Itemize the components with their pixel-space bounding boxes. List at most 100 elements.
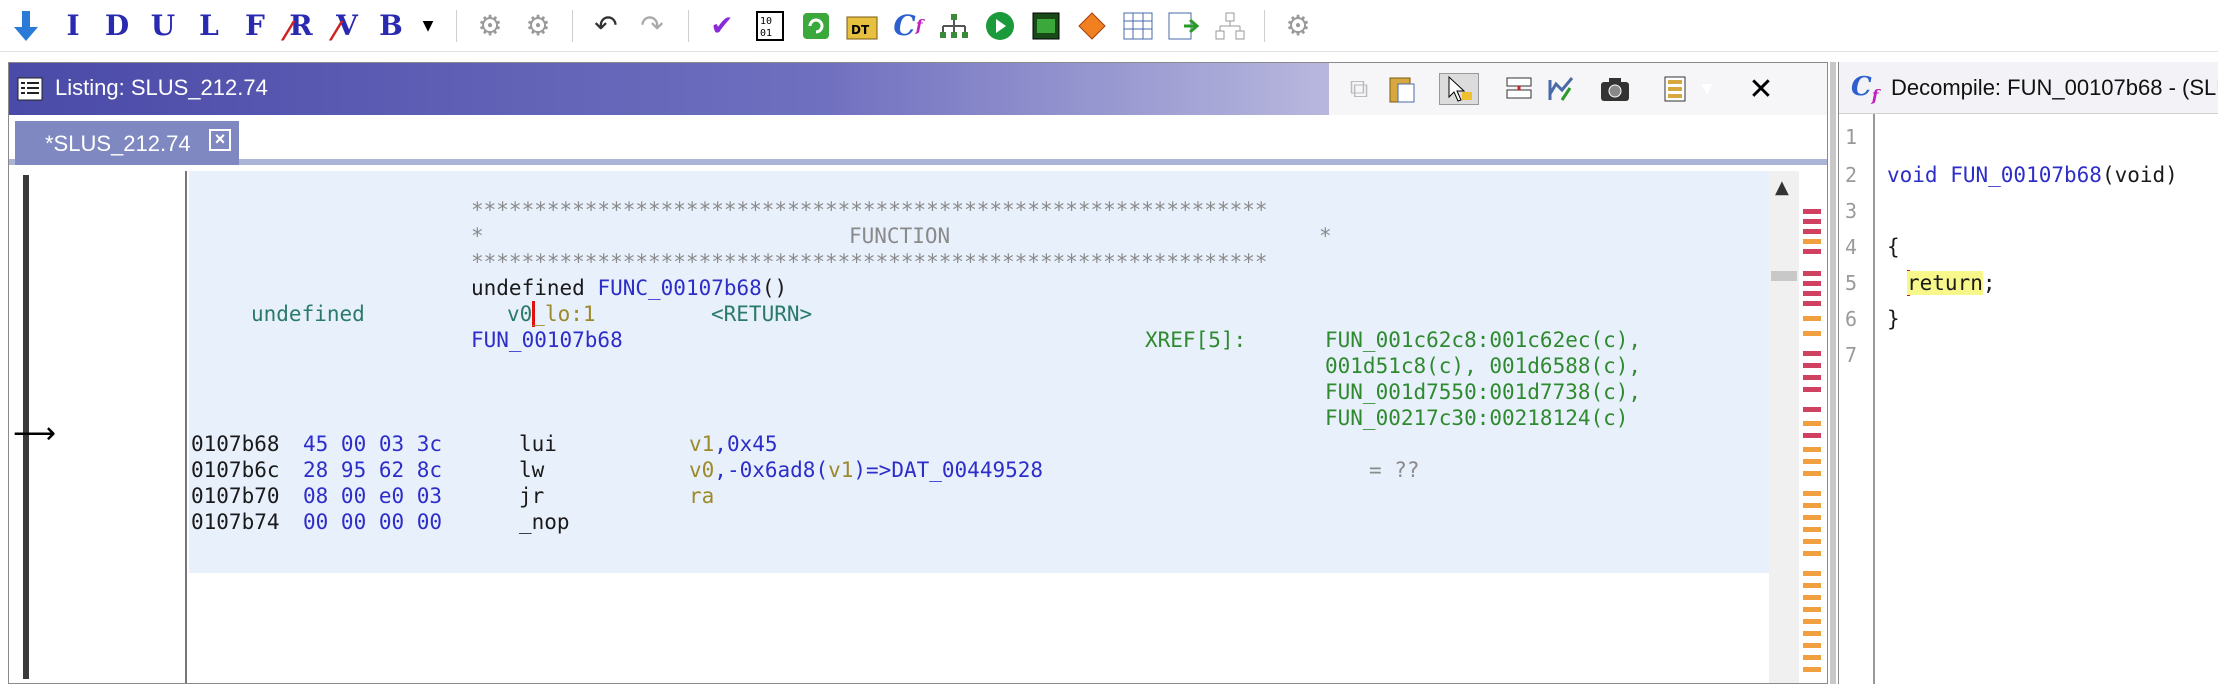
bytes-icon[interactable]: 10 01 bbox=[752, 8, 788, 44]
refresh-icon[interactable] bbox=[798, 8, 834, 44]
non-flow-icon[interactable]: V ⁄ bbox=[330, 8, 364, 47]
line-number: 5 bbox=[1845, 271, 1858, 295]
sig-name[interactable]: FUN_00107b68 bbox=[1950, 163, 2102, 187]
overview-mark bbox=[1803, 351, 1821, 356]
plate-left-star: * bbox=[471, 224, 484, 248]
close-icon[interactable]: ✕ bbox=[1743, 72, 1779, 107]
tab-slus-212-74[interactable]: *SLUS_212.74 × bbox=[15, 121, 239, 165]
tree-icon[interactable] bbox=[1212, 8, 1248, 44]
diamond-icon[interactable] bbox=[1074, 8, 1110, 44]
instruction-mnemonic[interactable]: lui bbox=[519, 431, 557, 457]
table-icon[interactable] bbox=[1120, 8, 1156, 44]
memory-icon[interactable] bbox=[1028, 8, 1064, 44]
navigate-down-icon[interactable] bbox=[10, 8, 42, 44]
overview-mark bbox=[1803, 655, 1821, 660]
operand: )=>DAT_00449528 bbox=[853, 458, 1044, 482]
decompile-code[interactable]: void FUN_00107b68(void) { return; } bbox=[1879, 114, 2218, 684]
instruction-address[interactable]: 0107b6c bbox=[191, 457, 280, 483]
decompile-title: Decompile: FUN_00107b68 - (SLU bbox=[1891, 75, 2218, 100]
slash-mark: ⁄ bbox=[286, 17, 291, 47]
decompile-icon: Cf bbox=[1851, 72, 1879, 106]
check-icon[interactable]: ✔ bbox=[704, 8, 740, 44]
overview-mark bbox=[1803, 631, 1821, 636]
instruction-address[interactable]: 0107b70 bbox=[191, 483, 280, 509]
instruction-comment: = ?? bbox=[1369, 458, 1420, 482]
instruction-address[interactable]: 0107b68 bbox=[191, 431, 280, 457]
instruction-operands[interactable]: v0,-0x6ad8(v1)=>DAT_00449528 bbox=[689, 457, 1043, 483]
diff-icon[interactable] bbox=[1543, 73, 1579, 105]
cursor-select-icon[interactable] bbox=[1439, 73, 1479, 105]
instruction-operands[interactable]: ra bbox=[689, 483, 714, 509]
paste-icon[interactable] bbox=[1383, 73, 1419, 105]
decompile-panel: Cf Decompile: FUN_00107b68 - (SLU 1 2 3 … bbox=[1838, 62, 2218, 684]
undo-icon[interactable]: ↶ bbox=[588, 8, 624, 44]
instruction-mnemonic[interactable]: lw bbox=[519, 457, 544, 483]
plate-function-text: FUNCTION bbox=[849, 224, 951, 248]
scroll-thumb[interactable] bbox=[1771, 271, 1797, 281]
instruction-icon[interactable]: I bbox=[58, 8, 88, 44]
dropdown-icon[interactable]: ▼ bbox=[1697, 73, 1717, 105]
instruction-mnemonic[interactable]: jr bbox=[519, 483, 544, 509]
return-statement[interactable]: return; bbox=[1907, 270, 1996, 296]
panel-splitter[interactable] bbox=[1830, 62, 1836, 684]
undefined-icon[interactable]: U bbox=[148, 8, 178, 44]
decompile-signature[interactable]: void FUN_00107b68(void) bbox=[1887, 162, 2178, 188]
field-editor-icon[interactable] bbox=[1501, 73, 1537, 105]
run-icon[interactable] bbox=[982, 8, 1018, 44]
overview-mark bbox=[1803, 527, 1821, 532]
instruction-mnemonic[interactable]: _nop bbox=[519, 509, 570, 535]
line-number: 6 bbox=[1845, 307, 1858, 331]
overview-mark bbox=[1803, 301, 1821, 306]
xref-entry[interactable]: FUN_00217c30:00218124(c) bbox=[1325, 405, 1628, 431]
svg-text:01: 01 bbox=[760, 28, 772, 39]
overview-mark bbox=[1803, 515, 1821, 520]
graph-icon[interactable] bbox=[936, 8, 972, 44]
operand: ,-0x6ad8( bbox=[714, 458, 829, 482]
overview-mark bbox=[1803, 433, 1821, 438]
decompile-icon[interactable]: Cf bbox=[890, 8, 926, 44]
format-icon[interactable] bbox=[1659, 73, 1695, 105]
overview-mark bbox=[1803, 387, 1821, 392]
overview-mark bbox=[1803, 281, 1821, 286]
return-register[interactable]: v0_lo:1 bbox=[507, 301, 596, 327]
xref-entry[interactable]: 001d51c8(c), 001d6588(c), bbox=[1325, 353, 1641, 379]
sig-name[interactable]: FUNC_00107b68 bbox=[597, 276, 761, 300]
plate-stars-top: ****************************************… bbox=[471, 198, 1268, 222]
auto-analyze-icon[interactable]: ⚙ bbox=[518, 8, 558, 44]
copy-icon[interactable]: ⧉ bbox=[1341, 73, 1377, 105]
listing-scrollbar[interactable]: ▲ bbox=[1769, 171, 1799, 683]
snapshot-icon[interactable] bbox=[1597, 73, 1633, 105]
listing-title: Listing: SLUS_212.74 bbox=[55, 75, 268, 100]
tab-close-icon[interactable]: × bbox=[209, 129, 231, 151]
overview-bar[interactable] bbox=[1799, 171, 1827, 683]
function-label[interactable]: FUN_00107b68 bbox=[471, 327, 623, 353]
scroll-up-icon[interactable]: ▲ bbox=[1775, 177, 1789, 198]
xref-entry[interactable]: FUN_001c62c8:001c62ec(c), bbox=[1325, 327, 1641, 353]
sig-keyword: void bbox=[1887, 163, 1951, 187]
overview-mark bbox=[1803, 667, 1821, 672]
bookmark-icon[interactable]: B bbox=[376, 8, 406, 44]
settings-icon[interactable]: ⚙ bbox=[1280, 8, 1316, 44]
sig-type: undefined bbox=[471, 276, 598, 300]
listing-code[interactable]: ****************************************… bbox=[189, 171, 1769, 683]
export-icon[interactable] bbox=[1166, 8, 1202, 44]
reference-icon[interactable]: R ⁄ bbox=[284, 8, 318, 47]
data-type-icon[interactable]: DT bbox=[844, 8, 880, 44]
return-semicolon: ; bbox=[1982, 271, 1996, 295]
listing-toolbar: ⧉ ▼ ✕ bbox=[1329, 63, 1827, 115]
function-icon[interactable]: F bbox=[240, 8, 270, 44]
overview-mark bbox=[1803, 239, 1821, 244]
instruction-bytes: 00 00 00 00 bbox=[303, 510, 443, 534]
instruction-bytes: 08 00 e0 03 bbox=[303, 484, 443, 508]
return-keyword: return bbox=[1907, 271, 1983, 295]
dropdown-icon[interactable]: ▼ bbox=[418, 8, 438, 44]
instruction-operands[interactable]: v1,0x45 bbox=[689, 431, 778, 457]
analyze-icon[interactable]: ⚙ bbox=[470, 8, 510, 44]
redo-icon[interactable]: ↷ bbox=[634, 8, 670, 44]
data-icon[interactable]: D bbox=[102, 8, 132, 44]
instruction-address[interactable]: 0107b74 bbox=[191, 509, 280, 535]
line-number: 1 bbox=[1845, 125, 1858, 149]
label-icon[interactable]: L bbox=[194, 8, 224, 44]
function-signature[interactable]: undefined FUNC_00107b68() bbox=[471, 275, 787, 301]
xref-entry[interactable]: FUN_001d7550:001d7738(c), bbox=[1325, 379, 1641, 405]
